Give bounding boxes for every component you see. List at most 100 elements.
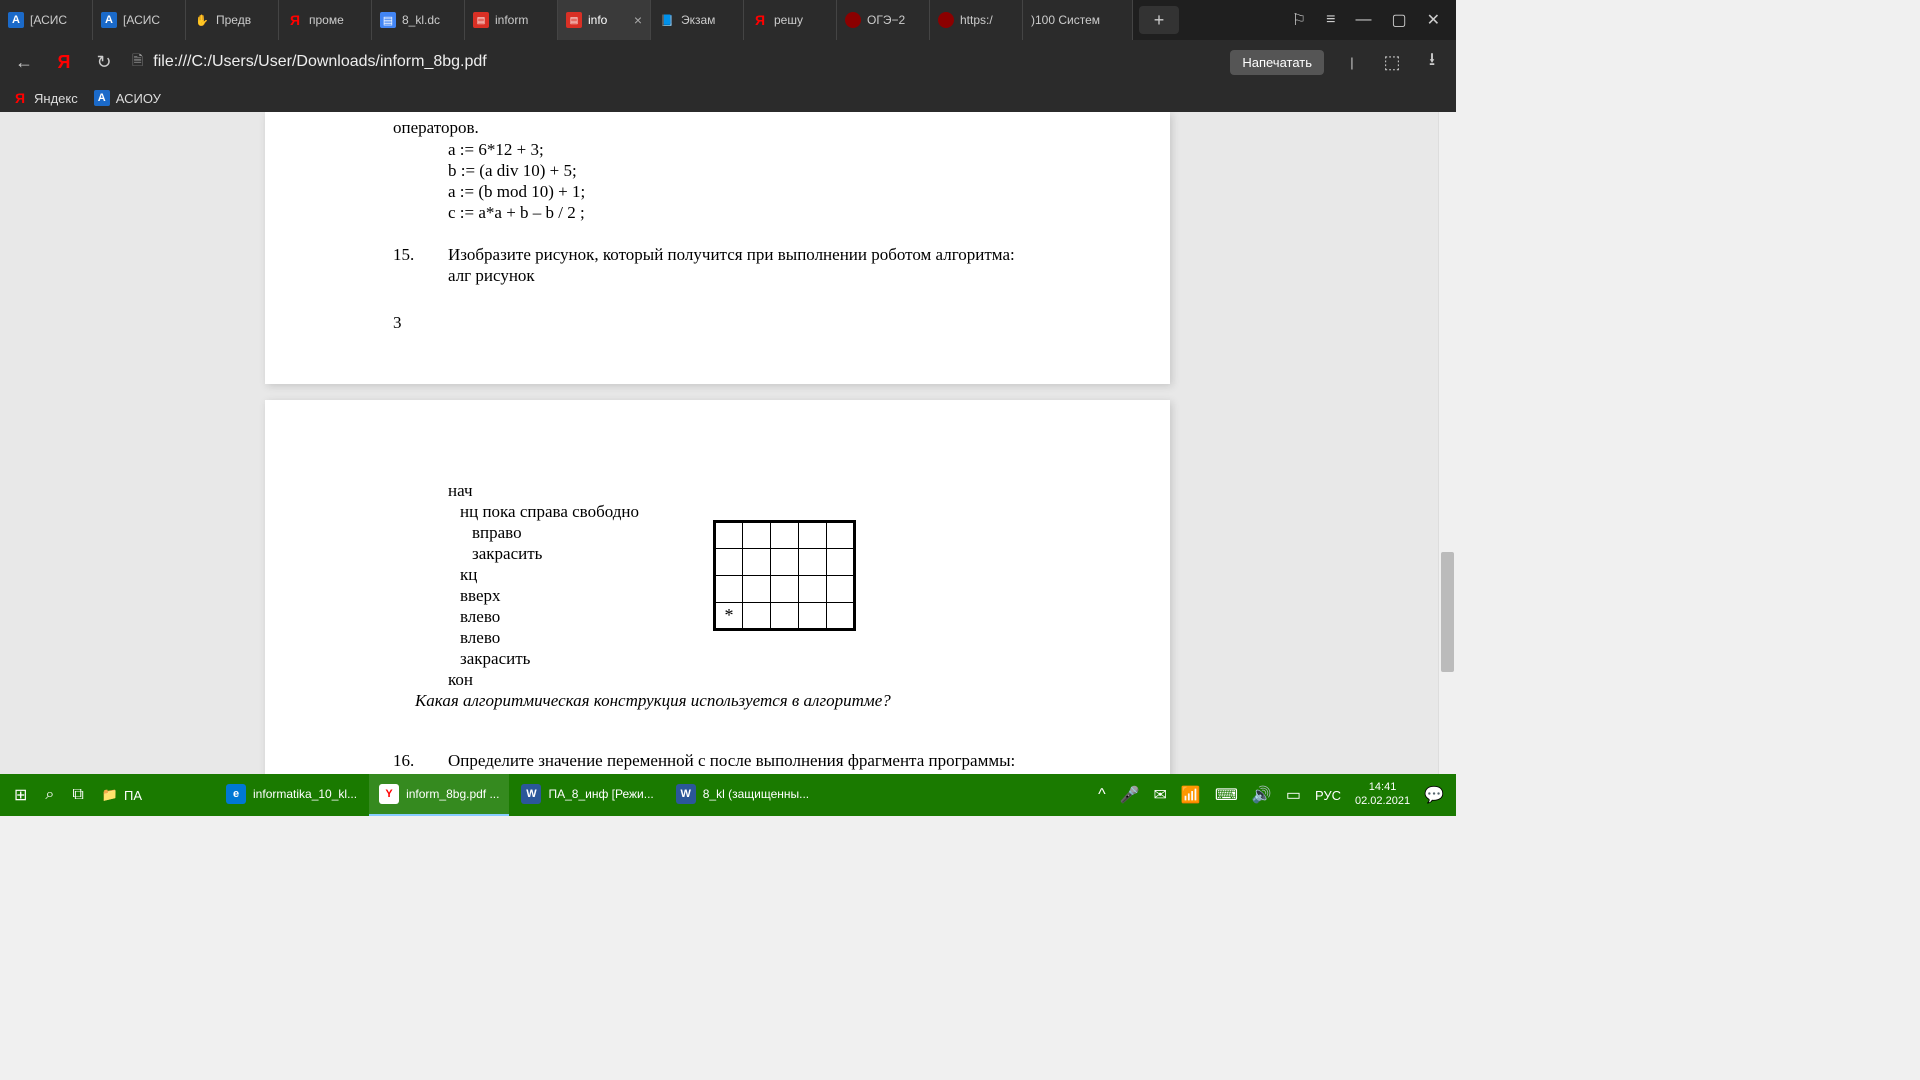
tab-https[interactable]: https:/ — [930, 0, 1023, 40]
alg-kc: кц — [460, 564, 477, 587]
tab-close-icon[interactable]: × — [634, 12, 642, 28]
taskbar-left: ⊞ ⌕ ⧉ 📁 ПА — [0, 785, 156, 805]
code-line-4: c := a*a + b – b / 2 ; — [448, 202, 585, 225]
edge-icon: e — [226, 784, 246, 804]
tab-8kl[interactable]: ▤ 8_kl.dc — [372, 0, 465, 40]
tab-asiou-2[interactable]: A [АСИС — [93, 0, 186, 40]
robot-grid: * — [713, 520, 856, 631]
browser-chrome: A [АСИС A [АСИС ✋ Предв Я проме ▤ 8_kl.d… — [0, 0, 1456, 112]
favicon-a-icon: A — [8, 12, 24, 28]
address-bar: ← Я ↻ 🗎 file:///C:/Users/User/Downloads/… — [0, 40, 1456, 84]
alg-nach: нач — [448, 480, 473, 503]
favicon-doc-icon: ▤ — [380, 12, 396, 28]
alg-zakrasit-2: закрасить — [460, 648, 530, 671]
yandex-home-icon[interactable]: Я — [52, 52, 76, 73]
minimize-icon[interactable]: — — [1355, 11, 1371, 29]
window-controls: ⚐ ≡ — ▢ ✕ — [1276, 0, 1456, 40]
favicon-book-icon: 📘 — [659, 12, 675, 28]
favicon-a-icon: A — [94, 90, 110, 106]
alg-zakrasit-1: закрасить — [472, 543, 542, 566]
url-text: file:///C:/Users/User/Downloads/inform_8… — [153, 53, 486, 71]
taskbar-app-word-2[interactable]: W 8_kl (защищенны... — [666, 774, 819, 816]
q16-text: Определите значение переменной с после в… — [448, 750, 1068, 773]
url-area[interactable]: 🗎 file:///C:/Users/User/Downloads/inform… — [132, 50, 1214, 74]
bookmarks-icon[interactable]: ⚐ — [1292, 10, 1306, 30]
tray-clock[interactable]: 14:41 02.02.2021 — [1355, 781, 1410, 809]
word-icon: W — [676, 784, 696, 804]
tab-title: [АСИС — [123, 13, 177, 27]
word-icon: W — [521, 784, 541, 804]
yandex-icon: Я — [12, 90, 28, 106]
alg-vverh: вверх — [460, 585, 501, 608]
tray-mic-icon[interactable]: 🎤 — [1120, 785, 1140, 805]
bookmark-asiou[interactable]: A АСИОУ — [94, 90, 161, 106]
app-label: 8_kl (защищенны... — [703, 787, 809, 801]
task-view-icon[interactable]: ⧉ — [72, 786, 83, 804]
favicon-red-icon — [938, 12, 954, 28]
app-label: ПА_8_инф [Режи... — [548, 787, 653, 801]
folder-icon: 📁 — [102, 787, 118, 803]
bookmark-label: АСИОУ — [116, 91, 161, 106]
scroll-thumb[interactable] — [1441, 552, 1454, 672]
pdf-viewport[interactable]: операторов. a := 6*12 + 3; b := (a div 1… — [0, 112, 1456, 774]
grid-table: * — [713, 520, 856, 631]
page-number: 3 — [393, 312, 402, 335]
app-label: informatika_10_kl... — [253, 787, 357, 801]
alg-kon: кон — [448, 669, 473, 692]
vertical-scrollbar[interactable] — [1438, 112, 1456, 774]
tray-volume-icon[interactable]: 🔊 — [1252, 785, 1272, 805]
maximize-icon[interactable]: ▢ — [1391, 10, 1406, 30]
tab-title: решу — [774, 13, 828, 27]
tray-keyboard-icon[interactable]: ⌨ — [1215, 785, 1238, 805]
start-button[interactable]: ⊞ — [14, 785, 27, 805]
tab-system[interactable]: )100 Систем — [1023, 0, 1133, 40]
tab-asiou-1[interactable]: A [АСИС — [0, 0, 93, 40]
taskbar-apps: e informatika_10_kl... Y inform_8bg.pdf … — [216, 774, 819, 816]
menu-icon[interactable]: ≡ — [1326, 11, 1335, 29]
pdf-page-1: операторов. a := 6*12 + 3; b := (a div 1… — [265, 112, 1170, 384]
tray-notifications-icon[interactable]: 💬 — [1424, 785, 1444, 805]
extensions-icon[interactable]: ⬚ — [1380, 52, 1404, 73]
folder-label: ПА — [124, 788, 142, 803]
favicon-pdf-icon: ▤ — [566, 12, 582, 28]
print-button[interactable]: Напечатать — [1230, 50, 1324, 75]
file-icon: 🗎 — [132, 50, 143, 74]
tray-battery-icon[interactable]: ▭ — [1286, 785, 1301, 805]
tray-language[interactable]: РУС — [1315, 788, 1341, 803]
tab-predv[interactable]: ✋ Предв — [186, 0, 279, 40]
tray-mail-icon[interactable]: ✉ — [1154, 785, 1167, 805]
close-window-icon[interactable]: ✕ — [1427, 10, 1440, 30]
tab-title: info — [588, 13, 628, 27]
text-operators: операторов. — [393, 117, 479, 140]
bookmarks-bar: Я Яндекс A АСИОУ — [0, 84, 1456, 112]
tab-title: 8_kl.dc — [402, 13, 456, 27]
tab-bar: A [АСИС A [АСИС ✋ Предв Я проме ▤ 8_kl.d… — [0, 0, 1456, 40]
taskbar-app-edge[interactable]: e informatika_10_kl... — [216, 774, 367, 816]
back-button[interactable]: ← — [12, 52, 36, 73]
tab-inform[interactable]: ▤ inform — [465, 0, 558, 40]
tab-prome[interactable]: Я проме — [279, 0, 372, 40]
taskbar-folder[interactable]: 📁 ПА — [102, 787, 142, 803]
code-line-3: a := (b mod 10) + 1; — [448, 181, 585, 204]
download-icon[interactable]: ⭳ — [1420, 47, 1444, 77]
taskbar-app-yandex[interactable]: Y inform_8bg.pdf ... — [369, 774, 509, 816]
alg-vlevo-1: влево — [460, 606, 500, 629]
robot-star: * — [715, 603, 743, 630]
taskbar-app-word-1[interactable]: W ПА_8_инф [Режи... — [511, 774, 663, 816]
tray-time: 14:41 — [1355, 781, 1410, 795]
tab-title: )100 Систем — [1031, 13, 1124, 27]
tab-title: https:/ — [960, 13, 1014, 27]
q15-number: 15. — [393, 244, 414, 267]
tray-chevron-icon[interactable]: ^ — [1098, 786, 1106, 804]
reload-button[interactable]: ↻ — [92, 52, 116, 73]
tab-reshu[interactable]: Я решу — [744, 0, 837, 40]
q15-italic: Какая алгоритмическая конструкция исполь… — [415, 690, 891, 713]
tab-exam[interactable]: 📘 Экзам — [651, 0, 744, 40]
tab-info-active[interactable]: ▤ info × — [558, 0, 651, 40]
tray-wifi-icon[interactable]: 📶 — [1181, 785, 1201, 805]
tab-oge[interactable]: ОГЭ−2 — [837, 0, 930, 40]
search-icon[interactable]: ⌕ — [45, 786, 54, 804]
q15-sub: алг рисунок — [448, 265, 535, 288]
bookmark-yandex[interactable]: Я Яндекс — [12, 90, 78, 106]
new-tab-button[interactable]: + — [1139, 6, 1179, 34]
